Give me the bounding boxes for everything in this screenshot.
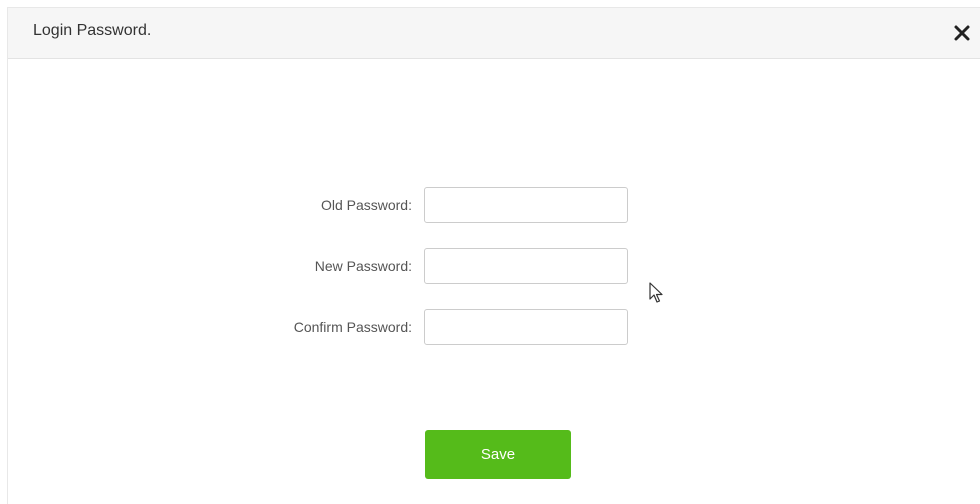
old-password-row: Old Password:: [8, 187, 980, 223]
new-password-row: New Password:: [8, 248, 980, 284]
dialog-header: Login Password.: [8, 8, 980, 59]
dialog-title: Login Password.: [33, 22, 152, 39]
mouse-cursor-icon: [649, 282, 663, 303]
confirm-password-label: Confirm Password:: [293, 319, 412, 335]
new-password-label: New Password:: [314, 258, 412, 274]
old-password-label: Old Password:: [320, 197, 412, 213]
confirm-password-input[interactable]: [424, 309, 628, 345]
new-password-input[interactable]: [424, 248, 628, 284]
old-password-input[interactable]: [424, 187, 628, 223]
login-password-dialog: Login Password. Old Password: New Passwo…: [7, 7, 980, 504]
close-icon: [954, 25, 970, 41]
save-button[interactable]: Save: [425, 430, 571, 479]
confirm-password-row: Confirm Password:: [8, 309, 980, 345]
close-button[interactable]: [952, 23, 972, 43]
